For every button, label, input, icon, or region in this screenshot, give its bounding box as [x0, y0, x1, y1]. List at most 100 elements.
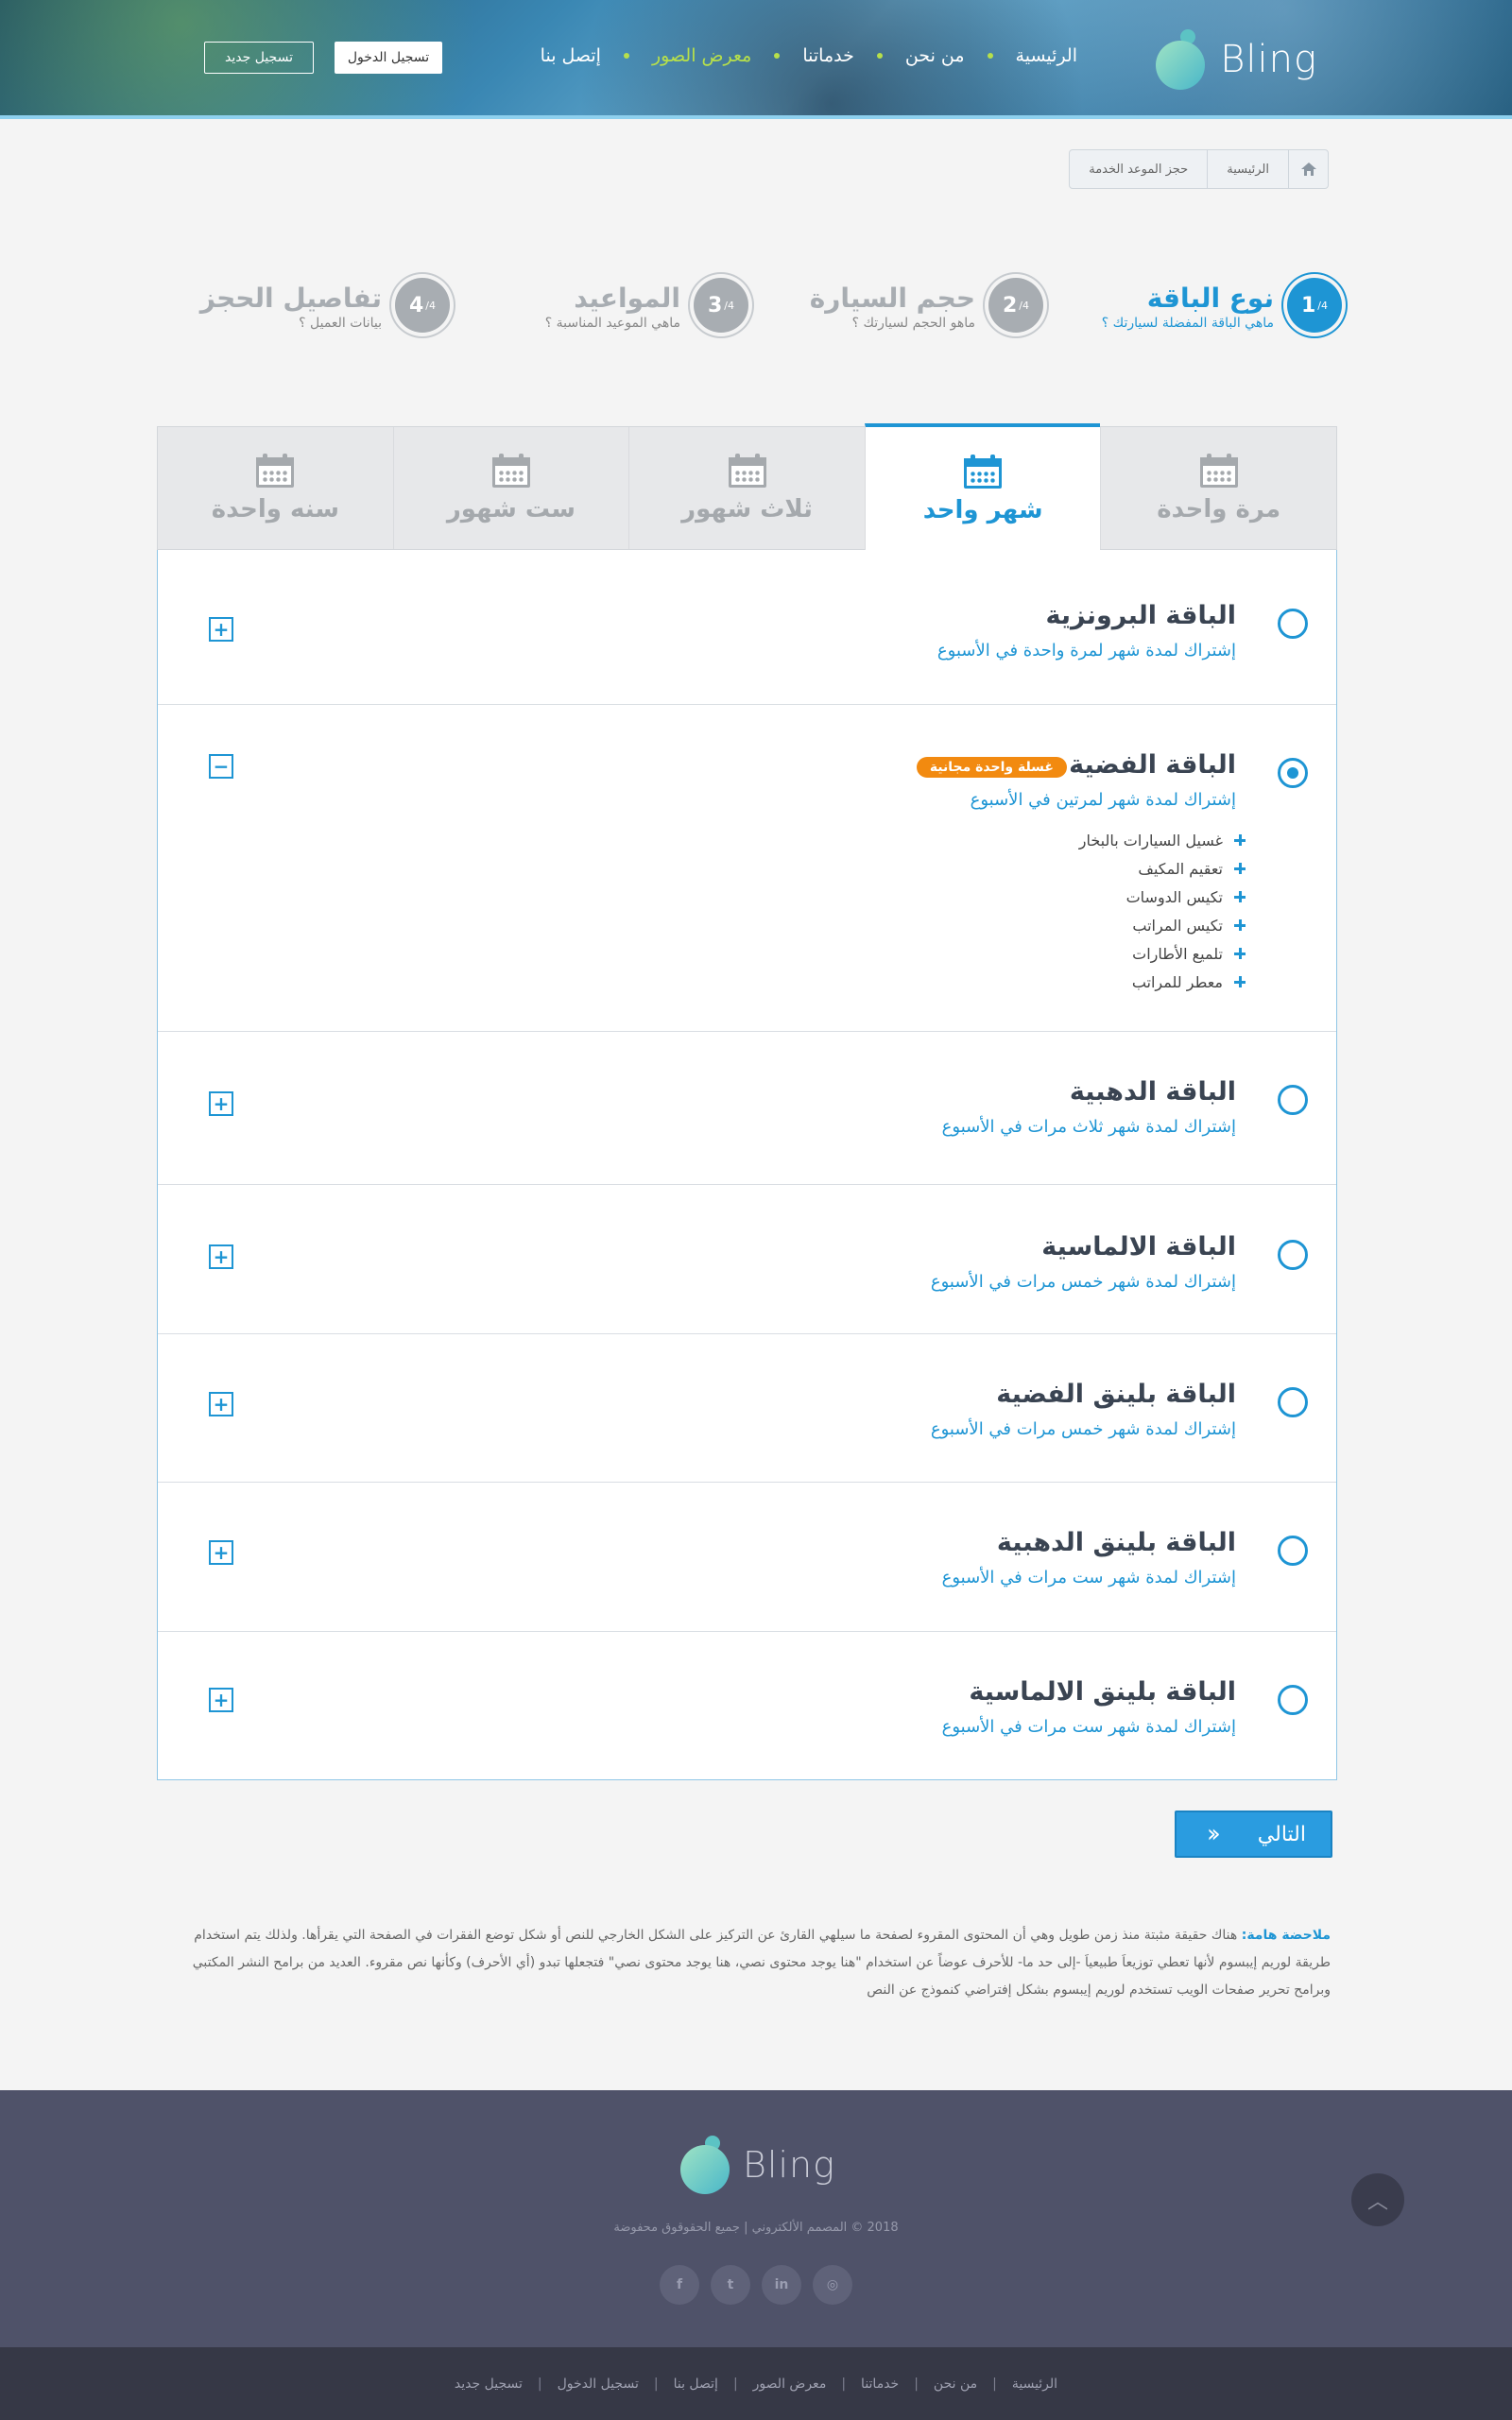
step-2[interactable]: 2/4 حجم السيارة ماهو الحجم لسيارتك ؟	[810, 278, 1043, 333]
expand-plus-icon[interactable]: +	[209, 1540, 233, 1565]
cross-bullet-icon	[1234, 976, 1246, 987]
tab-once[interactable]: مرة واحدة	[1100, 427, 1336, 549]
step-4[interactable]: 4/4 تفاصيل الحجز بيانات العميل ؟	[200, 278, 450, 333]
linkedin-icon[interactable]: in	[762, 2265, 801, 2305]
expand-plus-icon[interactable]: +	[209, 1688, 233, 1712]
footer-logo[interactable]: Bling	[680, 2136, 835, 2194]
step-number: 2/4	[988, 278, 1043, 333]
package-radio[interactable]	[1278, 1536, 1308, 1566]
tab-label: سنه واحدة	[211, 494, 339, 523]
footer-link-gallery[interactable]: معرض الصور	[753, 2377, 827, 2392]
step-number: 4/4	[395, 278, 450, 333]
package-item-bronze[interactable]: الباقة البرونزية إشتراك لمدة شهر لمرة وا…	[158, 550, 1336, 705]
breadcrumb-item-home[interactable]: الرئيسية	[1208, 150, 1288, 188]
chevron-up-icon[interactable]: ︿	[1351, 2173, 1404, 2226]
cross-bullet-icon	[1234, 948, 1246, 959]
tab-six-months[interactable]: ست شهور	[392, 427, 629, 549]
package-item-bling-gold[interactable]: الباقة بلينق الدهبية إشتراك لمدة شهر ست …	[158, 1483, 1336, 1632]
package-radio[interactable]	[1278, 1685, 1308, 1715]
collapse-minus-icon[interactable]: −	[209, 754, 233, 779]
package-item-bling-silver[interactable]: الباقة بلينق الفضية إشتراك لمدة شهر خمس …	[158, 1334, 1336, 1483]
feature-item: تعقيم المكيف	[1079, 854, 1246, 883]
nav-separator	[876, 53, 883, 59]
footer-nav: الرئيسية | من نحن | خدماتنا | معرض الصور…	[0, 2347, 1512, 2420]
calendar-icon	[728, 453, 766, 488]
package-radio[interactable]	[1278, 609, 1308, 639]
package-title: الباقة بلينق الدهبية	[996, 1528, 1236, 1557]
register-button[interactable]: تسجيل جديد	[204, 42, 314, 74]
package-radio[interactable]	[1278, 1240, 1308, 1270]
free-wash-badge: غسلة واحدة مجانية	[916, 757, 1067, 778]
package-title: الباقة الدهبية	[1069, 1077, 1236, 1107]
tab-one-month[interactable]: شهر واحد	[864, 423, 1101, 551]
separator: |	[914, 2376, 919, 2392]
package-subtitle: إشتراك لمدة شهر ست مرات في الأسبوع	[941, 1717, 1236, 1737]
package-radio[interactable]	[1278, 1387, 1308, 1417]
nav-item-about[interactable]: من نحن	[905, 45, 965, 66]
social-links: f t in ◎	[660, 2265, 852, 2305]
step-title: تفاصيل الحجز	[199, 283, 382, 314]
calendar-icon	[964, 454, 1003, 489]
logo-icon	[1156, 29, 1211, 90]
package-item-diamond[interactable]: الباقة الالماسية إشتراك لمدة شهر خمس مرا…	[158, 1185, 1336, 1334]
brand-logo[interactable]: Bling	[1156, 26, 1317, 93]
tab-three-months[interactable]: ثلاث شهور	[628, 427, 865, 549]
step-3[interactable]: 3/4 المواعيد ماهي الموعيد المناسبة ؟	[545, 278, 748, 333]
main-nav: الرئيسية من نحن خدماتنا معرض الصور إتصل …	[541, 45, 1077, 66]
twitter-icon[interactable]: t	[711, 2265, 750, 2305]
package-title: الباقة الفضية	[1069, 750, 1236, 780]
separator: |	[653, 2376, 659, 2392]
footer-link-contact[interactable]: إتصل بنا	[674, 2377, 718, 2392]
package-radio[interactable]	[1278, 1085, 1308, 1115]
footer-link-about[interactable]: من نحن	[934, 2377, 977, 2392]
important-note: ملاحضة هامة: هناك حقيقة مثبتة منذ زمن طو…	[185, 1922, 1331, 2004]
step-1[interactable]: 1/4 نوع الباقة ماهي الباقة المفضلة لسيار…	[1102, 278, 1342, 333]
nav-item-home[interactable]: الرئيسية	[1016, 45, 1077, 66]
nav-separator	[774, 53, 781, 59]
separator: |	[841, 2376, 847, 2392]
nav-item-services[interactable]: خدماتنا	[802, 45, 854, 66]
package-subtitle: إشتراك لمدة شهر لمرة واحدة في الأسبوع	[936, 641, 1236, 661]
instagram-icon[interactable]: ◎	[813, 2265, 852, 2305]
tab-label: ست شهور	[446, 494, 576, 523]
footer-link-services[interactable]: خدماتنا	[861, 2377, 899, 2392]
package-subtitle: إشتراك لمدة شهر ثلاث مرات في الأسبوع	[941, 1117, 1236, 1137]
separator: |	[992, 2376, 997, 2392]
footer-link-login[interactable]: تسجيل الدخول	[558, 2377, 639, 2392]
step-number: 3/4	[694, 278, 748, 333]
step-subtitle: ماهي الباقة المفضلة لسيارتك ؟	[1101, 316, 1274, 331]
expand-plus-icon[interactable]: +	[209, 1091, 233, 1116]
facebook-icon[interactable]: f	[660, 2265, 699, 2305]
expand-plus-icon[interactable]: +	[209, 1244, 233, 1269]
copyright: 2018 © المصمم الألكتروني | جميع الحقوقوق…	[613, 2221, 899, 2235]
home-icon[interactable]	[1288, 150, 1328, 188]
package-subtitle: إشتراك لمدة شهر خمس مرات في الأسبوع	[930, 1272, 1236, 1292]
step-title: المواعيد	[574, 283, 680, 314]
next-button[interactable]: التالي ‹‹	[1175, 1811, 1332, 1858]
step-subtitle: ماهو الحجم لسيارتك ؟	[851, 316, 975, 331]
feature-item: تلميع الأطارات	[1079, 939, 1246, 968]
nav-separator	[623, 53, 629, 59]
step-title: نوع الباقة	[1146, 283, 1274, 314]
note-text: هناك حقيقة مثبتة منذ زمن طويل وهي أن الم…	[192, 1928, 1331, 1998]
footer-link-register[interactable]: تسجيل جديد	[455, 2377, 523, 2392]
site-header: Bling الرئيسية من نحن خدماتنا معرض الصور…	[0, 0, 1512, 119]
package-item-gold[interactable]: الباقة الدهبية إشتراك لمدة شهر ثلاث مرات…	[158, 1032, 1336, 1185]
tab-label: ثلاث شهور	[681, 494, 813, 523]
package-radio[interactable]	[1278, 758, 1308, 788]
nav-item-contact[interactable]: إتصل بنا	[541, 45, 601, 66]
tab-one-year[interactable]: سنه واحدة	[158, 427, 393, 549]
cross-bullet-icon	[1234, 891, 1246, 902]
login-button[interactable]: تسجيل الدخول	[335, 42, 442, 74]
package-item-bling-diamond[interactable]: الباقة بلينق الالماسية إشتراك لمدة شهر س…	[158, 1632, 1336, 1780]
package-features: غسيل السيارات بالبخار تعقيم المكيف تكيس …	[1079, 826, 1246, 996]
expand-plus-icon[interactable]: +	[209, 617, 233, 642]
expand-plus-icon[interactable]: +	[209, 1392, 233, 1416]
footer-link-home[interactable]: الرئيسية	[1012, 2377, 1057, 2392]
package-item-silver[interactable]: الباقة الفضية غسلة واحدة مجانية إشتراك ل…	[158, 705, 1336, 1032]
double-chevron-left-icon: ‹‹	[1207, 1820, 1221, 1848]
nav-separator	[987, 53, 993, 59]
calendar-icon	[491, 453, 530, 488]
package-title: الباقة البرونزية	[1045, 601, 1236, 630]
nav-item-gallery[interactable]: معرض الصور	[652, 45, 751, 66]
